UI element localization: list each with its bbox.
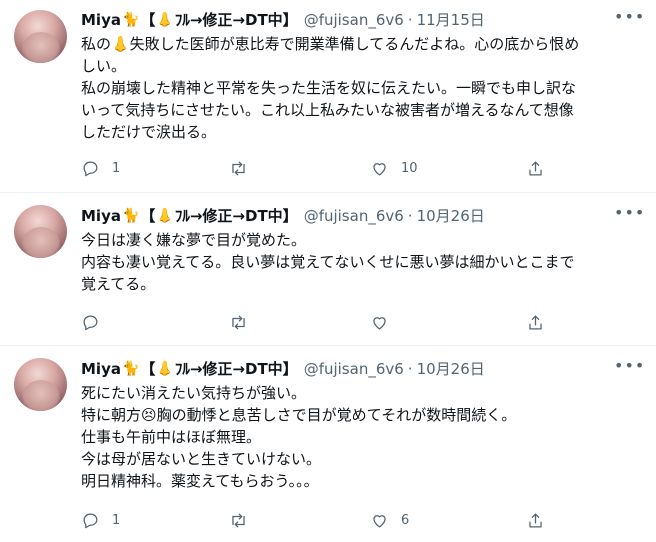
tweet-date[interactable]: 10月26日 [417, 206, 485, 226]
tweet-line: 死にたい消えたい気持ちが強い。 [81, 384, 307, 402]
more-dots-icon[interactable]: ••• [614, 358, 644, 379]
author-name-bracket: 【 [140, 207, 156, 225]
share-button[interactable] [526, 157, 545, 179]
author-name-rest: ﾌﾙ→修正→DT中】 [174, 11, 298, 29]
retweet-button[interactable] [229, 509, 260, 531]
tweet-line: 今日は凄く嫌な夢で目が覚めた。 [81, 231, 307, 249]
tweet-line: 今は母が居ないと生きていけない。 [81, 450, 322, 468]
author-name-bracket: 【 [140, 11, 156, 29]
tweet-line: 明日精神科。薬変えてもらおう。。。 [81, 472, 319, 490]
tweet-line: 私の👃失敗した医師が恵比寿で開業準備してるんだよね。心の底から恨め [81, 35, 580, 53]
tweet-actions: 1 10 [81, 157, 551, 179]
tweet-header: Miya 🐈 【 👃 ﾌﾙ→修正→DT中】 @fujisan_6v6 · 10月… [81, 206, 485, 226]
separator-dot: · [407, 360, 413, 378]
separator-dot: · [407, 207, 413, 225]
heart-icon [373, 514, 386, 527]
cat-emoji-icon: 🐈 [121, 361, 140, 377]
reply-icon [83, 513, 98, 528]
tweet[interactable]: Miya 🐈 【 👃 ﾌﾙ→修正→DT中】 @fujisan_6v6 · 10月… [0, 346, 656, 542]
tweet-line: しい。 [81, 57, 127, 75]
avatar[interactable] [14, 205, 67, 258]
author-handle[interactable]: @fujisan_6v6 [304, 359, 404, 379]
tweet-date[interactable]: 11月15日 [417, 10, 485, 30]
avatar[interactable] [14, 358, 67, 411]
tweet[interactable]: Miya 🐈 【 👃 ﾌﾙ→修正→DT中】 @fujisan_6v6 · 11月… [0, 0, 656, 193]
tweet-actions [81, 311, 551, 333]
tweet-text: 今日は凄く嫌な夢で目が覚めた。 内容も凄い覚えてる。良い夢は覚えてないくせに悪い… [81, 229, 641, 295]
reply-icon [83, 315, 98, 330]
tweet-header: Miya 🐈 【 👃 ﾌﾙ→修正→DT中】 @fujisan_6v6 · 10月… [81, 359, 485, 379]
reply-count: 1 [112, 160, 121, 176]
avatar[interactable] [14, 10, 67, 63]
tweet-line: 内容も凄い覚えてる。良い夢は覚えてないくせに悪い夢は細かいとこまで [81, 253, 575, 271]
nose-emoji-icon: 👃 [156, 12, 174, 28]
retweet-icon [232, 315, 245, 329]
tweet[interactable]: Miya 🐈 【 👃 ﾌﾙ→修正→DT中】 @fujisan_6v6 · 10月… [0, 193, 656, 346]
retweet-icon [232, 513, 245, 527]
share-icon [529, 513, 542, 527]
tweet-text: 死にたい消えたい気持ちが強い。 特に朝方😣胸の動悸と息苦しさで目が覚めてそれが数… [81, 382, 641, 492]
nose-emoji-icon: 👃 [156, 208, 174, 224]
more-dots-icon[interactable]: ••• [614, 205, 644, 226]
retweet-icon [232, 161, 245, 175]
cat-emoji-icon: 🐈 [121, 208, 140, 224]
cat-emoji-icon: 🐈 [121, 12, 140, 28]
tweet-text: 私の👃失敗した医師が恵比寿で開業準備してるんだよね。心の底から恨め しい。 私の… [81, 33, 641, 143]
author-name[interactable]: Miya [81, 359, 121, 379]
tweet-line: しただけで涙出る。 [81, 123, 217, 141]
tweet-date[interactable]: 10月26日 [417, 359, 485, 379]
heart-icon [373, 162, 386, 175]
author-name-bracket: 【 [140, 360, 156, 378]
tweet-header: Miya 🐈 【 👃 ﾌﾙ→修正→DT中】 @fujisan_6v6 · 11月… [81, 10, 485, 30]
author-name[interactable]: Miya [81, 206, 121, 226]
author-handle[interactable]: @fujisan_6v6 [304, 10, 404, 30]
like-count: 6 [401, 512, 410, 528]
reply-button[interactable]: 1 [81, 509, 120, 531]
share-button[interactable] [526, 509, 545, 531]
author-name[interactable]: Miya [81, 10, 121, 30]
retweet-button[interactable] [229, 311, 260, 333]
reply-button[interactable] [81, 311, 112, 333]
share-icon [529, 161, 542, 175]
nose-emoji-icon: 👃 [156, 361, 174, 377]
tweet-line: 覚えてる。 [81, 275, 156, 293]
like-count: 10 [401, 160, 418, 176]
reply-icon [83, 161, 98, 176]
more-dots-icon[interactable]: ••• [614, 9, 644, 30]
like-button[interactable]: 6 [370, 509, 409, 531]
share-button[interactable] [526, 311, 545, 333]
tweet-line: 仕事も午前中はほぼ無理。 [81, 428, 262, 446]
author-name-rest: ﾌﾙ→修正→DT中】 [174, 360, 298, 378]
tweet-actions: 1 6 [81, 509, 551, 531]
tweet-line: 私の崩壊した精神と平常を失った生活を奴に伝えたい。一瞬でも申し訳な [81, 79, 577, 97]
author-handle[interactable]: @fujisan_6v6 [304, 206, 404, 226]
heart-icon [373, 316, 386, 329]
tweet-line: 特に朝方😣胸の動悸と息苦しさで目が覚めてそれが数時間続く。 [81, 406, 517, 424]
share-icon [529, 315, 542, 329]
tweet-line: いって気持ちにさせたい。これ以上私みたいな被害者が増えるなんて想像 [81, 101, 574, 119]
like-button[interactable]: 10 [370, 157, 418, 179]
separator-dot: · [407, 11, 413, 29]
author-name-rest: ﾌﾙ→修正→DT中】 [174, 207, 298, 225]
reply-count: 1 [112, 512, 121, 528]
retweet-button[interactable] [229, 157, 260, 179]
like-button[interactable] [370, 311, 401, 333]
reply-button[interactable]: 1 [81, 157, 120, 179]
